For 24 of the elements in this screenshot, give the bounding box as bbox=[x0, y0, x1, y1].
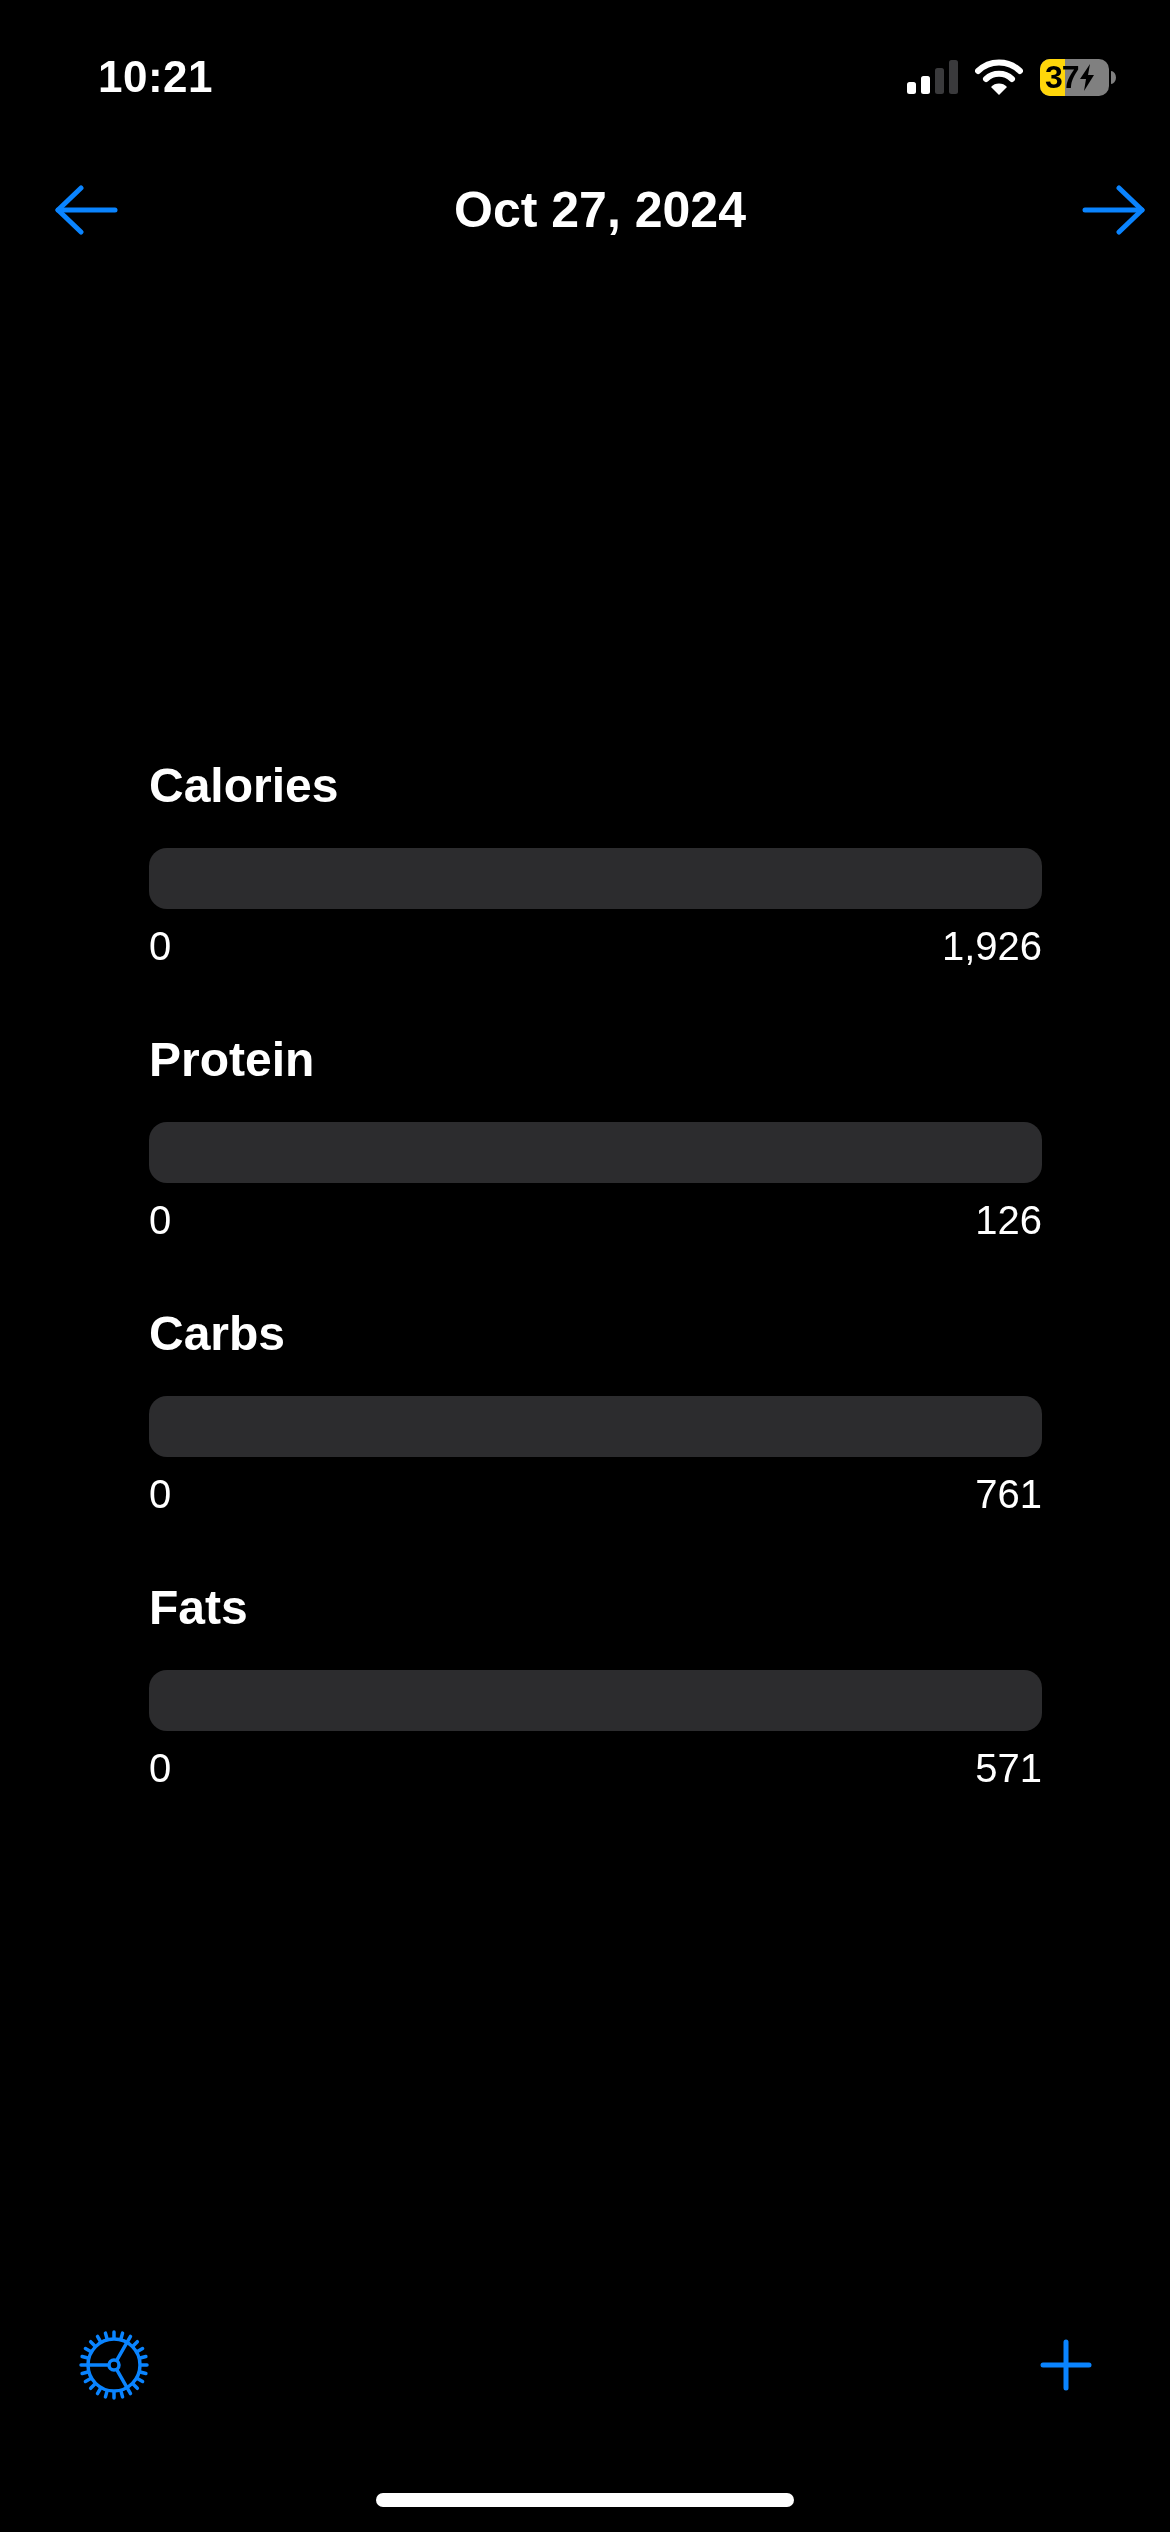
add-button[interactable] bbox=[1040, 2339, 1092, 2391]
max-value: 126 bbox=[975, 1197, 1042, 1244]
nutrient-label: Fats bbox=[149, 1580, 249, 1636]
min-value: 0 bbox=[149, 923, 172, 970]
status-time: 10:21 bbox=[98, 55, 214, 99]
previous-day-button[interactable] bbox=[55, 185, 118, 235]
max-value: 571 bbox=[975, 1745, 1042, 1792]
min-value: 0 bbox=[149, 1471, 172, 1518]
date-title: Oct 27, 2024 bbox=[454, 185, 746, 235]
battery-icon bbox=[1040, 58, 1116, 96]
settings-button[interactable] bbox=[79, 2330, 149, 2400]
min-value: 0 bbox=[149, 1745, 172, 1792]
battery-percentage: 37 bbox=[1045, 61, 1079, 93]
nutrient-label: Protein bbox=[149, 1032, 316, 1088]
settings-icon bbox=[79, 2330, 149, 2400]
min-value: 0 bbox=[149, 1197, 172, 1244]
next-day-button[interactable] bbox=[1082, 185, 1145, 235]
signal-icon bbox=[907, 60, 958, 94]
wifi-icon bbox=[975, 59, 1023, 95]
max-value: 1,926 bbox=[941, 923, 1042, 970]
plus-icon bbox=[1040, 2339, 1092, 2391]
max-value: 761 bbox=[975, 1471, 1042, 1518]
nutrient-label: Calories bbox=[149, 758, 340, 814]
nutrient-label: Carbs bbox=[149, 1306, 287, 1362]
